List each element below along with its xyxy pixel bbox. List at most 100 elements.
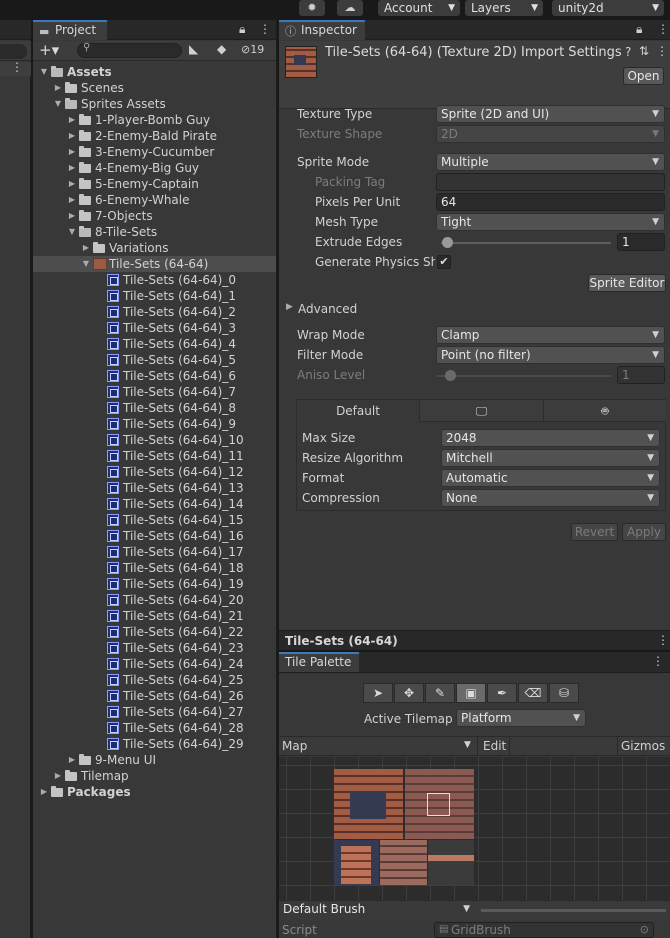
tab-tile-palette[interactable]: Tile Palette bbox=[279, 652, 359, 672]
help-icon[interactable]: ? bbox=[625, 45, 631, 59]
hidden-packages-toggle[interactable]: ⊘19 bbox=[241, 43, 264, 56]
sprite-list-item[interactable]: Tile-Sets (64-64)_1 bbox=[33, 288, 276, 304]
sprite-list-item[interactable]: Tile-Sets (64-64)_20 bbox=[33, 592, 276, 608]
tab-inspector[interactable]: ⓘ Inspector bbox=[279, 20, 365, 40]
triangle-down-icon[interactable]: ▼ bbox=[53, 96, 63, 112]
sprite-list-item[interactable]: Tile-Sets (64-64)_27 bbox=[33, 704, 276, 720]
folder-list-item[interactable]: ▶ Variations bbox=[33, 240, 276, 256]
sprite-list-item[interactable]: Tile-Sets (64-64)_9 bbox=[33, 416, 276, 432]
advanced-foldout[interactable]: Advanced bbox=[298, 302, 357, 316]
triangle-down-icon[interactable]: ▼ bbox=[39, 64, 49, 80]
texture-list-item[interactable]: ▼ Tile-Sets (64-64) bbox=[33, 256, 276, 272]
sprite-list-item[interactable]: Tile-Sets (64-64)_13 bbox=[33, 480, 276, 496]
paint-tool[interactable]: ✎ bbox=[425, 683, 455, 703]
gear-icon[interactable]: ✹ bbox=[299, 0, 325, 16]
sprite-list-item[interactable]: Tile-Sets (64-64)_14 bbox=[33, 496, 276, 512]
brush-splitter[interactable] bbox=[481, 909, 666, 912]
triangle-right-icon[interactable]: ▶ bbox=[53, 80, 63, 96]
triangle-right-icon[interactable]: ▶ bbox=[67, 752, 77, 768]
tab-default-platform[interactable]: Default bbox=[297, 400, 420, 422]
folder-list-item[interactable]: ▶ 5-Enemy-Captain bbox=[33, 176, 276, 192]
sprite-list-item[interactable]: Tile-Sets (64-64)_0 bbox=[33, 272, 276, 288]
lock-icon[interactable]: 🔒︎ bbox=[636, 22, 642, 37]
sprite-list-item[interactable]: Tile-Sets (64-64)_21 bbox=[33, 608, 276, 624]
folder-list-item[interactable]: ▼ 8-Tile-Sets bbox=[33, 224, 276, 240]
triangle-right-icon[interactable]: ▶ bbox=[286, 302, 293, 312]
folder-list-item[interactable]: ▶ 7-Objects bbox=[33, 208, 276, 224]
layers-dropdown[interactable]: Layers ▼ bbox=[465, 0, 543, 16]
triangle-right-icon[interactable]: ▶ bbox=[81, 240, 91, 256]
sprite-list-item[interactable]: Tile-Sets (64-64)_2 bbox=[33, 304, 276, 320]
extrude-field[interactable]: 1 bbox=[617, 233, 665, 251]
edit-button[interactable]: Edit bbox=[483, 739, 506, 753]
physics-shape-checkbox[interactable]: ✔ bbox=[437, 255, 451, 269]
triangle-down-icon[interactable]: ▼ bbox=[81, 256, 91, 272]
sprite-list-item[interactable]: Tile-Sets (64-64)_15 bbox=[33, 512, 276, 528]
tab-android-platform[interactable]: 🤖︎ bbox=[544, 400, 666, 422]
move-tool[interactable]: ✥ bbox=[394, 683, 424, 703]
picker-tool[interactable]: ✒ bbox=[487, 683, 517, 703]
folder-list-item[interactable]: ▶ 2-Enemy-Bald Pirate bbox=[33, 128, 276, 144]
more-icon[interactable]: ⋮ bbox=[657, 633, 669, 647]
sprite-list-item[interactable]: Tile-Sets (64-64)_6 bbox=[33, 368, 276, 384]
resize-dropdown[interactable]: Mitchell ▼ bbox=[441, 449, 660, 467]
sprite-list-item[interactable]: Tile-Sets (64-64)_26 bbox=[33, 688, 276, 704]
account-dropdown[interactable]: Account ▼ bbox=[378, 0, 460, 16]
sprite-list-item[interactable]: Tile-Sets (64-64)_10 bbox=[33, 432, 276, 448]
more-icon[interactable]: ⋮ bbox=[259, 22, 271, 36]
sprite-list-item[interactable]: Tile-Sets (64-64)_16 bbox=[33, 528, 276, 544]
texture-type-dropdown[interactable]: Sprite (2D and UI) ▼ bbox=[436, 105, 665, 123]
label-icon[interactable]: ◆ bbox=[217, 42, 226, 56]
triangle-right-icon[interactable]: ▶ bbox=[67, 176, 77, 192]
sprite-list-item[interactable]: Tile-Sets (64-64)_3 bbox=[33, 320, 276, 336]
presets-icon[interactable]: ⇅ bbox=[639, 44, 649, 58]
tab-project[interactable]: ▬ Project bbox=[33, 20, 107, 40]
triangle-right-icon[interactable]: ▶ bbox=[67, 192, 77, 208]
sprite-list-item[interactable]: Tile-Sets (64-64)_25 bbox=[33, 672, 276, 688]
cloud-icon[interactable]: ☁ bbox=[337, 0, 363, 16]
folder-list-item[interactable]: ▶ 9-Menu UI bbox=[33, 752, 276, 768]
sprite-list-item[interactable]: Tile-Sets (64-64)_19 bbox=[33, 576, 276, 592]
more-icon[interactable]: ⋮ bbox=[656, 44, 668, 58]
sprite-mode-dropdown[interactable]: Multiple ▼ bbox=[436, 153, 665, 171]
layout-dropdown[interactable]: unity2d ▼ bbox=[552, 0, 664, 16]
triangle-down-icon[interactable]: ▼ bbox=[67, 224, 77, 240]
folder-list-item[interactable]: ▶ 3-Enemy-Cucumber bbox=[33, 144, 276, 160]
folder-list-item[interactable]: ▶ 6-Enemy-Whale bbox=[33, 192, 276, 208]
sprite-list-item[interactable]: Tile-Sets (64-64)_8 bbox=[33, 400, 276, 416]
folder-list-item[interactable]: ▶ Tilemap bbox=[33, 768, 276, 784]
triangle-right-icon[interactable]: ▶ bbox=[67, 208, 77, 224]
sprite-list-item[interactable]: Tile-Sets (64-64)_29 bbox=[33, 736, 276, 752]
sprite-editor-button[interactable]: Sprite Editor bbox=[588, 274, 666, 292]
ppu-field[interactable]: 64 bbox=[436, 193, 665, 211]
search-input[interactable]: ⚲ bbox=[77, 42, 182, 58]
apply-button[interactable]: Apply bbox=[622, 523, 666, 541]
sprite-list-item[interactable]: Tile-Sets (64-64)_17 bbox=[33, 544, 276, 560]
folder-list-item[interactable]: ▼ Assets bbox=[33, 64, 276, 80]
sprite-list-item[interactable]: Tile-Sets (64-64)_12 bbox=[33, 464, 276, 480]
format-dropdown[interactable]: Automatic ▼ bbox=[441, 469, 660, 487]
more-icon[interactable]: ⋮ bbox=[657, 22, 669, 36]
mesh-type-dropdown[interactable]: Tight ▼ bbox=[436, 213, 665, 231]
select-tool[interactable]: ➤ bbox=[363, 683, 393, 703]
open-button[interactable]: Open bbox=[623, 67, 664, 85]
sprite-list-item[interactable]: Tile-Sets (64-64)_5 bbox=[33, 352, 276, 368]
triangle-right-icon[interactable]: ▶ bbox=[39, 784, 49, 800]
palette-map-dropdown[interactable]: Map bbox=[282, 739, 307, 753]
compression-dropdown[interactable]: None ▼ bbox=[441, 489, 660, 507]
folder-list-item[interactable]: ▼ Sprites Assets bbox=[33, 96, 276, 112]
folder-list-item[interactable]: ▶ Packages bbox=[33, 784, 276, 800]
sprite-list-item[interactable]: Tile-Sets (64-64)_22 bbox=[33, 624, 276, 640]
folder-list-item[interactable]: ▶ 1-Player-Bomb Guy bbox=[33, 112, 276, 128]
sprite-list-item[interactable]: Tile-Sets (64-64)_7 bbox=[33, 384, 276, 400]
tab-standalone-platform[interactable]: 🖵 bbox=[420, 400, 544, 422]
palette-grid[interactable] bbox=[279, 757, 670, 900]
extrude-slider[interactable] bbox=[441, 242, 611, 244]
erase-tool[interactable]: ⌫ bbox=[518, 683, 548, 703]
preview-bar[interactable]: Tile-Sets (64-64) ⋮ bbox=[279, 630, 670, 650]
triangle-right-icon[interactable]: ▶ bbox=[67, 112, 77, 128]
lock-icon[interactable]: 🔒︎ bbox=[239, 22, 245, 37]
wrap-mode-dropdown[interactable]: Clamp ▼ bbox=[436, 326, 665, 344]
sprite-list-item[interactable]: Tile-Sets (64-64)_4 bbox=[33, 336, 276, 352]
filter-mode-dropdown[interactable]: Point (no filter) ▼ bbox=[436, 346, 665, 364]
